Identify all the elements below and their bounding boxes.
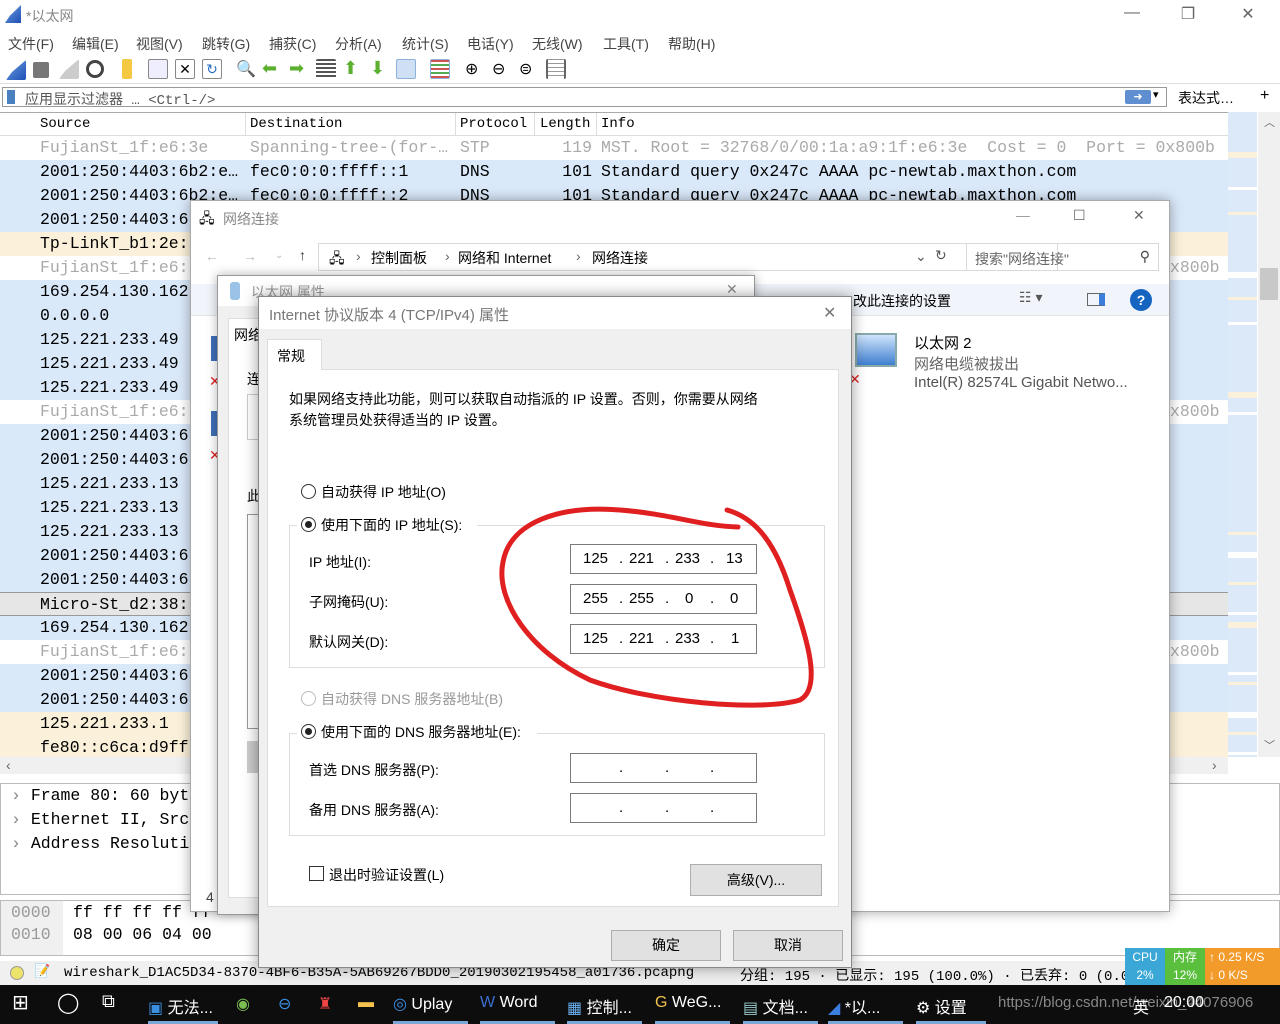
taskbar-app-word[interactable]: W Word: [480, 994, 538, 1012]
network-speed-monitor: ↑ 0.25 K/S ↓ 0 K/S: [1205, 948, 1280, 985]
taskbar-app-icon[interactable]: ♜: [318, 994, 332, 1014]
taskbar-app-wireshark[interactable]: ◢ *以...: [828, 994, 880, 1018]
taskbar-file-explorer-icon[interactable]: ▬: [358, 994, 374, 1012]
watermark-text: https://blog.csdn.net/weixin_44076906: [998, 994, 1254, 1011]
taskbar-app-uplay[interactable]: ◎ Uplay: [393, 994, 452, 1014]
red-circle-annotation: [499, 506, 814, 708]
taskbar-app-notepad[interactable]: ▤ 文档...: [743, 994, 808, 1018]
taskbar-app-teamviewer-icon[interactable]: ⊖: [278, 994, 291, 1014]
app-icon: ▣: [148, 1000, 164, 1017]
start-button[interactable]: ⊞: [12, 990, 29, 1015]
cortana-button[interactable]: ◯: [57, 990, 79, 1015]
taskbar-app-settings[interactable]: ⚙ 设置: [916, 994, 967, 1018]
taskbar-app-android-icon[interactable]: ◉: [236, 994, 250, 1014]
cpu-monitor: CPU 2%: [1125, 948, 1165, 985]
taskbar-app-wegame[interactable]: G WeG...: [655, 994, 721, 1012]
taskbar-app-unable[interactable]: ▣ 无法...: [148, 994, 213, 1018]
taskbar: ⊞ ◯ ⧉ ▣ 无法... ◉ ⊖ ♜ ▬ ◎ Uplay W Word ▦ 控…: [0, 985, 1280, 1024]
ime-indicator[interactable]: 英: [1133, 994, 1149, 1018]
tab-general[interactable]: 常规: [267, 339, 322, 370]
task-view-button[interactable]: ⧉: [102, 991, 115, 1012]
memory-monitor: 内存 12%: [1165, 948, 1205, 985]
taskbar-app-control-panel[interactable]: ▦ 控制...: [567, 994, 632, 1018]
clock[interactable]: 20:00: [1164, 994, 1204, 1012]
